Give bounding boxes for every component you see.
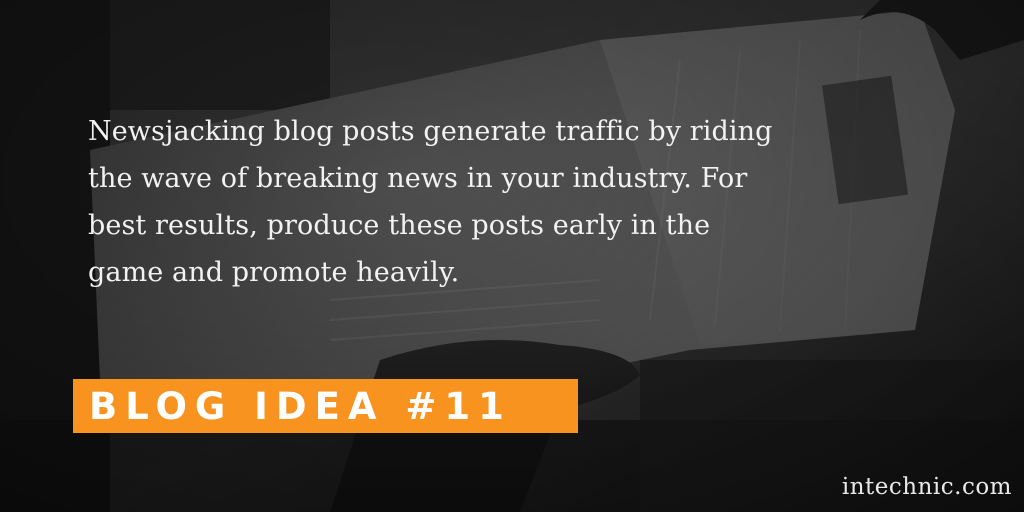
badge-label: BLOG IDEA #11 [89,384,512,428]
site-watermark: intechnic.com [841,474,1012,500]
blog-idea-badge: BLOG IDEA #11 [73,379,578,433]
quote-text: Newsjacking blog posts generate traffic … [88,116,773,288]
